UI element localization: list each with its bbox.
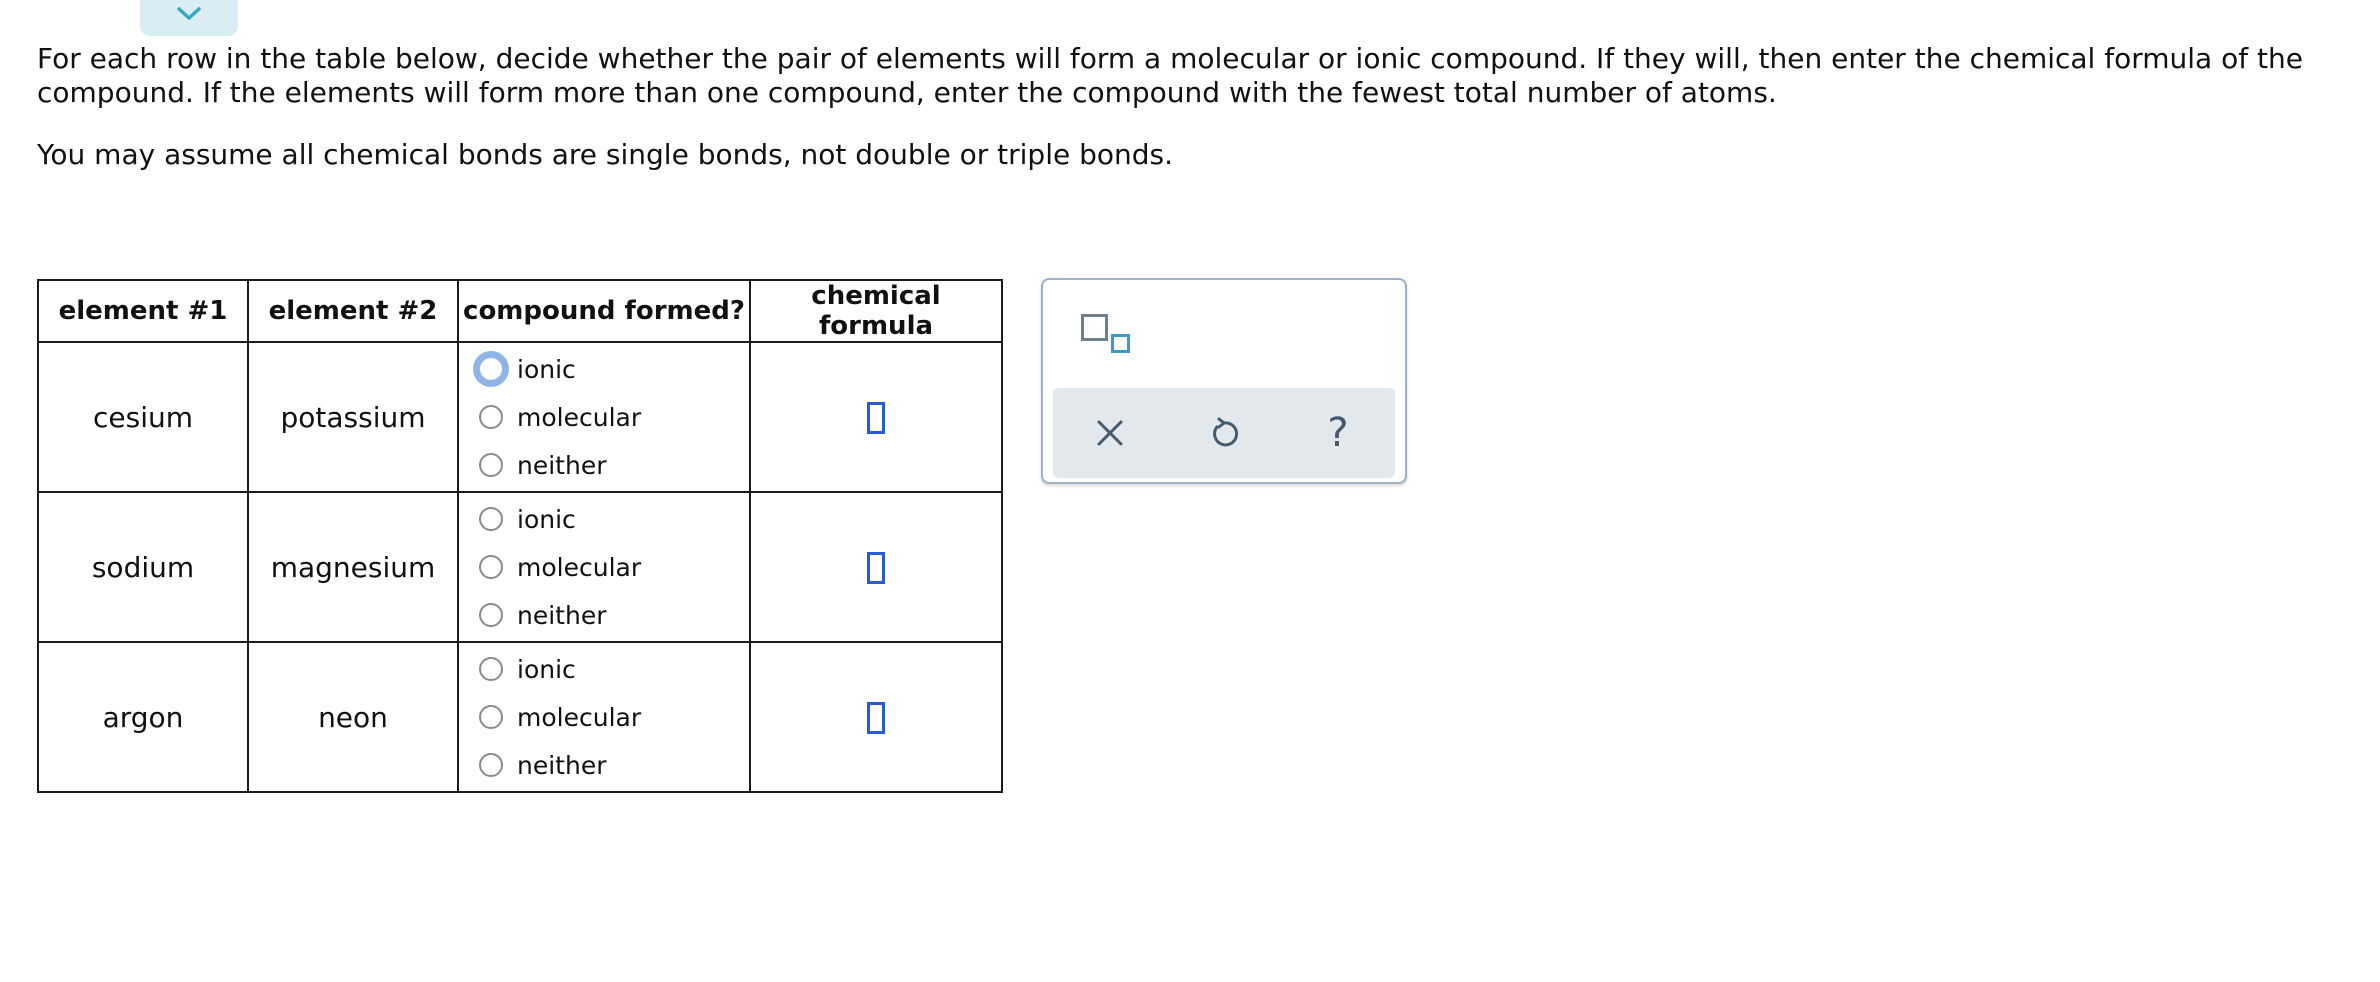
close-icon — [1097, 420, 1123, 446]
undo-button[interactable] — [1194, 403, 1254, 463]
option-ionic[interactable]: ionic — [459, 646, 749, 692]
template-base-box — [1081, 314, 1108, 341]
option-label: ionic — [517, 354, 576, 384]
radio-button[interactable] — [479, 405, 503, 429]
table-row: sodium magnesium ionic molecular neither — [37, 491, 1003, 643]
undo-icon — [1213, 417, 1239, 447]
compound-options-cell: ionic molecular neither — [457, 341, 751, 493]
element-1-cell: sodium — [37, 491, 249, 643]
instructions-text: For each row in the table below, decide … — [37, 42, 2303, 109]
formula-cell — [749, 641, 1003, 793]
clear-button[interactable] — [1080, 403, 1140, 463]
option-molecular[interactable]: molecular — [459, 694, 749, 740]
option-label: neither — [517, 750, 607, 780]
element-1-cell: argon — [37, 641, 249, 793]
header-chemical-formula: chemical formula — [749, 279, 1003, 343]
header-row: element #1 element #2 compound formed? c… — [37, 279, 1003, 343]
superscript-template-icon[interactable] — [1081, 314, 1131, 358]
compound-options-cell: ionic molecular neither — [457, 491, 751, 643]
option-neither[interactable]: neither — [459, 592, 749, 638]
formula-cell — [749, 491, 1003, 643]
option-label: ionic — [517, 504, 576, 534]
option-label: molecular — [517, 702, 642, 732]
collapse-toggle[interactable] — [140, 0, 238, 36]
option-ionic[interactable]: ionic — [459, 496, 749, 542]
help-button[interactable]: ? — [1308, 403, 1368, 463]
option-ionic[interactable]: ionic — [459, 346, 749, 392]
option-label: ionic — [517, 654, 576, 684]
formula-cell — [749, 341, 1003, 493]
formula-input[interactable] — [867, 402, 885, 434]
element-2-cell: magnesium — [247, 491, 459, 643]
radio-button[interactable] — [479, 507, 503, 531]
header-element-2: element #2 — [247, 279, 459, 343]
compound-options-cell: ionic molecular neither — [457, 641, 751, 793]
element-1-cell: cesium — [37, 341, 249, 493]
chevron-down-icon — [177, 7, 201, 20]
header-element-1: element #1 — [37, 279, 249, 343]
table-row: argon neon ionic molecular neither — [37, 641, 1003, 793]
radio-button[interactable] — [479, 705, 503, 729]
radio-button[interactable] — [479, 753, 503, 777]
option-label: molecular — [517, 402, 642, 432]
element-2-cell: neon — [247, 641, 459, 793]
formula-input[interactable] — [867, 702, 885, 734]
formula-input[interactable] — [867, 552, 885, 584]
option-molecular[interactable]: molecular — [459, 544, 749, 590]
header-compound-formed: compound formed? — [457, 279, 751, 343]
option-label: molecular — [517, 552, 642, 582]
option-label: neither — [517, 600, 607, 630]
option-neither[interactable]: neither — [459, 442, 749, 488]
option-label: neither — [517, 450, 607, 480]
radio-button[interactable] — [479, 453, 503, 477]
tool-bar: ? — [1053, 388, 1395, 478]
option-molecular[interactable]: molecular — [459, 394, 749, 440]
compound-table: element #1 element #2 compound formed? c… — [37, 279, 1003, 793]
radio-button[interactable] — [479, 657, 503, 681]
assumption-text: You may assume all chemical bonds are si… — [37, 138, 1174, 171]
radio-button[interactable] — [479, 603, 503, 627]
element-2-cell: potassium — [247, 341, 459, 493]
radio-button[interactable] — [479, 555, 503, 579]
radio-button[interactable] — [473, 351, 509, 387]
template-subscript-box — [1111, 334, 1130, 353]
instructions: For each row in the table below, decide … — [37, 42, 2347, 172]
option-neither[interactable]: neither — [459, 742, 749, 788]
help-icon: ? — [1327, 410, 1349, 456]
math-tool-panel: ? — [1041, 278, 1407, 484]
table-row: cesium potassium ionic molecular neither — [37, 341, 1003, 493]
